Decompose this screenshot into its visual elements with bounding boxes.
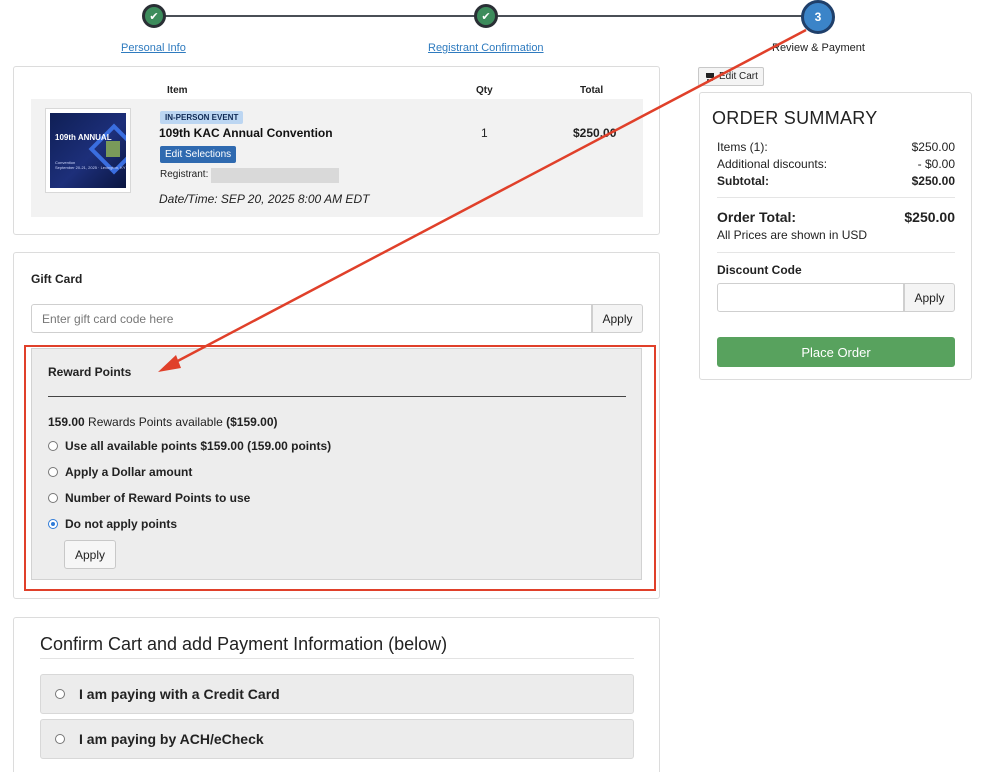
currency-note: All Prices are shown in USD [717, 228, 868, 242]
step-3-current-indicator: 3 [801, 0, 835, 34]
stepper-line [154, 15, 484, 17]
summary-items-line: Items (1): $250.00 [717, 140, 955, 154]
column-header-total: Total [580, 85, 604, 96]
divider [717, 197, 955, 198]
place-order-button[interactable]: Place Order [717, 337, 955, 367]
event-title: 109th KAC Annual Convention [159, 126, 333, 140]
cart-panel: Item Qty Total 109th ANNUAL Convention Se… [13, 66, 660, 235]
radio-button[interactable] [55, 734, 65, 744]
radio-button-selected[interactable] [48, 519, 58, 529]
discount-code-input[interactable] [717, 283, 904, 312]
edit-selections-button[interactable]: Edit Selections [160, 146, 237, 163]
gift-card-code-input[interactable] [31, 304, 592, 333]
stepper-line [486, 15, 818, 17]
radio-button[interactable] [48, 493, 58, 503]
summary-discounts-line: Additional discounts: - $0.00 [717, 157, 955, 171]
check-icon: ✔ [481, 10, 491, 23]
reward-option-dollar-amount[interactable]: Apply a Dollar amount [48, 465, 192, 479]
divider [717, 252, 955, 253]
step-personal-info-link[interactable]: Personal Info [121, 42, 186, 54]
summary-subtotal-line: Subtotal: $250.00 [717, 174, 955, 188]
step-2-complete-indicator: ✔ [474, 4, 498, 28]
reward-points-available: 159.00 Rewards Points available ($159.00… [48, 415, 278, 429]
cart-item-row: 109th ANNUAL Convention September 20-21, … [31, 99, 643, 217]
thumbnail-subtitle: Convention September 20-21, 2025 · Lexing… [55, 160, 126, 170]
check-icon: ✔ [149, 10, 159, 23]
payment-option-credit-card[interactable]: I am paying with a Credit Card [40, 674, 634, 714]
discount-code-label: Discount Code [717, 263, 802, 277]
divider [40, 658, 634, 659]
event-type-badge: IN-PERSON EVENT [160, 111, 244, 124]
discount-apply-button[interactable]: Apply [904, 283, 955, 312]
radio-button[interactable] [48, 467, 58, 477]
summary-order-total: Order Total: $250.00 [717, 209, 955, 225]
column-header-item: Item [167, 85, 188, 96]
order-summary-panel: ORDER SUMMARY Items (1): $250.00 Addition… [699, 92, 972, 380]
gift-card-title: Gift Card [31, 272, 83, 286]
event-thumbnail: 109th ANNUAL Convention September 20-21, … [45, 108, 131, 193]
reward-points-apply-button[interactable]: Apply [64, 540, 116, 569]
thumbnail-title: 109th ANNUAL [55, 133, 112, 142]
edit-cart-button[interactable]: Edit Cart [698, 67, 764, 86]
payment-option-ach-echeck[interactable]: I am paying by ACH/eCheck [40, 719, 634, 759]
payment-panel: Confirm Cart and add Payment Information… [13, 617, 660, 772]
item-total: $250.00 [573, 126, 617, 140]
divider [48, 396, 626, 397]
cart-icon [704, 72, 715, 81]
reward-option-use-all[interactable]: Use all available points $159.00 (159.00… [48, 439, 331, 453]
item-quantity: 1 [481, 126, 488, 140]
column-header-qty: Qty [476, 85, 493, 96]
event-datetime: Date/Time: SEP 20, 2025 8:00 AM EDT [159, 192, 370, 206]
radio-button[interactable] [48, 441, 58, 451]
payment-section-title: Confirm Cart and add Payment Information… [40, 634, 448, 654]
radio-button[interactable] [55, 689, 65, 699]
step-registrant-confirmation-link[interactable]: Registrant Confirmation [428, 42, 544, 54]
reward-points-section: Reward Points 159.00 Rewards Points avai… [31, 348, 642, 580]
reward-option-do-not-apply[interactable]: Do not apply points [48, 517, 177, 531]
order-summary-title: ORDER SUMMARY [712, 108, 878, 128]
reward-points-title: Reward Points [48, 365, 132, 379]
step-1-complete-indicator: ✔ [142, 4, 166, 28]
gift-card-apply-button[interactable]: Apply [592, 304, 643, 333]
registrant-name-redacted [211, 168, 339, 183]
reward-option-number-of-points[interactable]: Number of Reward Points to use [48, 491, 250, 505]
registrant-label: Registrant: [160, 169, 209, 180]
step-review-payment-label: Review & Payment [772, 42, 865, 54]
